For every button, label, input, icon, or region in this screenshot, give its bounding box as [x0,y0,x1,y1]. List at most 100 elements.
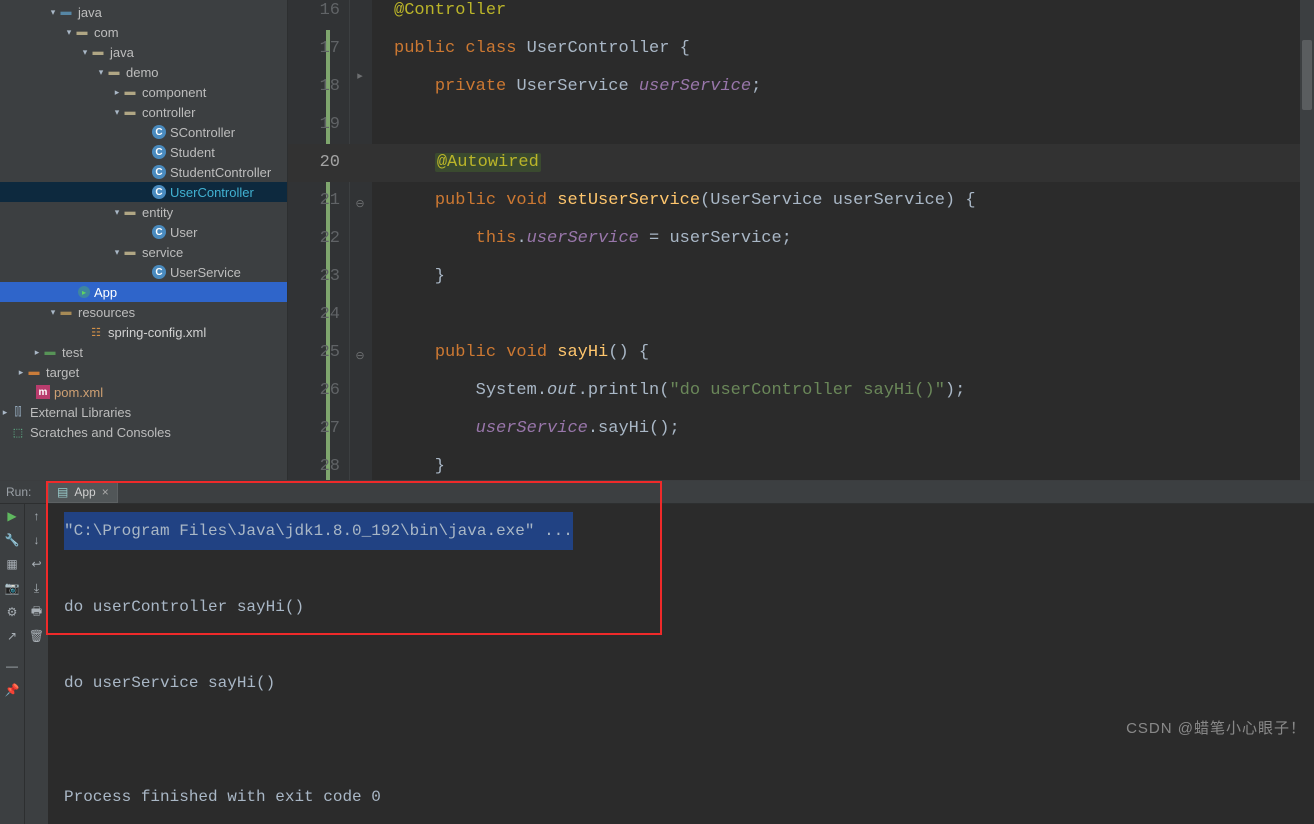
tree-label: controller [142,105,195,120]
tree-label: test [62,345,83,360]
run-tab-label: App [74,485,95,499]
code-content: this.userService = userService; [394,220,792,258]
tree-node-com[interactable]: ▬com [0,22,287,42]
tree-node-resources[interactable]: ▬resources [0,302,287,322]
tree-label: UserService [170,265,241,280]
code-content: @Autowired [394,144,541,182]
line-number: 21 [288,182,340,220]
camera-icon[interactable]: 📷 [4,580,20,596]
xml-icon: ☷ [88,324,104,340]
code-line[interactable]: 16@Controller [288,0,1314,30]
tree-node-java2[interactable]: ▬java [0,42,287,62]
line-number: 24 [288,296,340,334]
scroll-thumb[interactable] [1302,40,1312,110]
print-icon[interactable]: 🖶 [29,604,45,620]
code-line[interactable]: 20 @Autowired [288,144,1314,182]
run-tool-window: Run: ▤ App × ▶ 🔧 ▦ 📷 ⚙ ↗ — 📌 ↑ ↓ ↩ ⤓ 🖶 🗑… [0,480,1314,744]
code-line[interactable]: 18 private UserService userService; [288,68,1314,106]
line-number: 16 [288,0,340,30]
maven-icon: m [36,385,50,399]
tree-node-service[interactable]: ▬ service [0,242,287,262]
trash-icon[interactable]: 🗑 [29,628,45,644]
tree-node-scratches[interactable]: ⬚Scratches and Consoles [0,422,287,442]
tree-node-usercontroller[interactable]: CUserController [0,182,287,202]
code-line[interactable]: 26 System.out.println("do userController… [288,372,1314,410]
class-icon: C [152,145,166,159]
app-tab-icon: ▤ [57,485,68,499]
class-icon: C [152,185,166,199]
tree-node-java[interactable]: ▬java [0,2,287,22]
line-number: 20 [288,144,340,182]
tree-label: spring-config.xml [108,325,206,340]
code-content: } [394,258,445,296]
gutter-run-icon[interactable]: ▸ [354,58,366,96]
down-icon[interactable]: ↓ [29,532,45,548]
line-number: 23 [288,258,340,296]
class-icon: C [152,165,166,179]
code-line[interactable]: 23 } [288,258,1314,296]
tree-node-external-libraries[interactable]: ⫿⫿ External Libraries [0,402,287,422]
tree-node-test[interactable]: ▬ test [0,342,287,362]
folder-icon: ▬ [122,204,138,220]
gear-icon[interactable]: ⚙ [4,604,20,620]
code-line[interactable]: 22 this.userService = userService; [288,220,1314,258]
code-line[interactable]: 17public class UserController { [288,30,1314,68]
console-line: do userController sayHi() [64,598,304,616]
run-label: Run: [6,485,31,499]
code-content: System.out.println("do userController sa… [394,372,965,410]
up-icon[interactable]: ↑ [29,508,45,524]
folder-icon: ▬ [122,244,138,260]
code-line[interactable]: 27 userService.sayHi(); [288,410,1314,448]
console-output[interactable]: "C:\Program Files\Java\jdk1.8.0_192\bin\… [48,504,1314,824]
tree-label: StudentController [170,165,271,180]
wrap-icon[interactable]: ↩ [29,556,45,572]
class-icon: C [152,125,166,139]
line-number: 27 [288,410,340,448]
tree-node-target[interactable]: ▬target [0,362,287,382]
tree-node-user[interactable]: CUser [0,222,287,242]
editor-scrollbar[interactable] [1300,0,1314,480]
tree-node-component[interactable]: ▬component [0,82,287,102]
tree-node-student[interactable]: C Student [0,142,287,162]
tree-node-userservice[interactable]: CUserService [0,262,287,282]
tree-label: service [142,245,183,260]
tree-node-demo[interactable]: ▬demo [0,62,287,82]
fold-marker[interactable]: ⊖ [354,186,366,224]
libraries-icon: ⫿⫿ [10,404,26,420]
export-icon[interactable]: ↗ [4,628,20,644]
wrench-icon[interactable]: 🔧 [4,532,20,548]
tree-label: External Libraries [30,405,131,420]
tree-node-studentcontroller[interactable]: C StudentController [0,162,287,182]
tree-node-pom[interactable]: m pom.xml [0,382,287,402]
rerun-icon[interactable]: ▶ [4,508,20,524]
tree-label: Student [170,145,215,160]
code-line[interactable]: 24 [288,296,1314,334]
close-icon[interactable]: × [102,485,109,499]
console-line: do userService sayHi() [64,674,275,692]
tree-node-app[interactable]: App [0,282,287,302]
layout-icon[interactable]: ▦ [4,556,20,572]
tree-label: com [94,25,119,40]
tree-node-controller[interactable]: ▬controller [0,102,287,122]
tree-label: pom.xml [54,385,103,400]
run-tab-app[interactable]: ▤ App × [48,481,118,503]
collapse-icon[interactable]: — [4,658,20,674]
tree-node-spring-config[interactable]: ☷ spring-config.xml [0,322,287,342]
line-number: 25 [288,334,340,372]
scratches-icon: ⬚ [10,424,26,440]
code-content: public class UserController { [394,30,690,68]
fold-marker[interactable]: ⊖ [354,338,366,376]
scroll-icon[interactable]: ⤓ [29,580,45,596]
code-line[interactable]: 25 public void sayHi() { [288,334,1314,372]
tree-node-entity[interactable]: ▬entity [0,202,287,222]
run-header: ▤ App × [0,481,1314,504]
code-editor[interactable]: 16@Controller17public class UserControll… [288,0,1314,480]
code-line[interactable]: 21 public void setUserService(UserServic… [288,182,1314,220]
tree-node-scontroller[interactable]: CSController [0,122,287,142]
project-tree[interactable]: ▬java ▬com ▬java ▬demo ▬component ▬contr… [0,0,288,480]
pin-icon[interactable]: 📌 [4,682,20,698]
tree-label: target [46,365,79,380]
folder-icon: ▬ [42,344,58,360]
tree-label: User [170,225,197,240]
code-line[interactable]: 19 [288,106,1314,144]
